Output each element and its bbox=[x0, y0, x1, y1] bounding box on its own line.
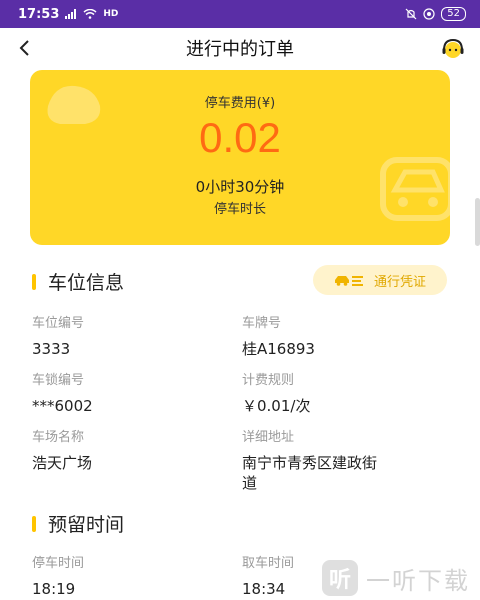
field-value: 南宁市青秀区建政街 bbox=[242, 454, 378, 472]
field-label: 车锁编号 bbox=[32, 373, 85, 388]
field-value: 桂A16893 bbox=[242, 340, 315, 358]
section-accent-bar bbox=[32, 515, 36, 532]
field-lot-name: 车场名称 浩天广场 bbox=[32, 426, 92, 473]
nav-bar: 进行中的订单 bbox=[0, 28, 480, 68]
battery-indicator: 52 bbox=[441, 7, 466, 21]
car-icon bbox=[334, 276, 363, 286]
field-value: ￥0.01/次 bbox=[242, 397, 311, 415]
parking-duration: 0小时30分钟 bbox=[195, 178, 285, 196]
field-plate-number: 车牌号 桂A16893 bbox=[242, 312, 315, 359]
fee-amount: 0.02 bbox=[199, 114, 281, 161]
back-button[interactable] bbox=[10, 34, 38, 62]
field-value: 3333 bbox=[32, 340, 71, 358]
scrollbar[interactable] bbox=[475, 198, 480, 246]
status-right: 52 bbox=[405, 7, 466, 21]
data-saver-icon bbox=[423, 8, 435, 20]
mute-icon bbox=[405, 8, 417, 20]
customer-service-icon[interactable] bbox=[440, 36, 466, 62]
field-label: 详细地址 bbox=[242, 430, 295, 445]
field-label: 车位编号 bbox=[32, 316, 85, 331]
field-value: 18:19 bbox=[32, 580, 76, 598]
field-value: ***6002 bbox=[32, 397, 93, 415]
page-title: 进行中的订单 bbox=[186, 39, 294, 60]
field-label: 计费规则 bbox=[242, 373, 295, 388]
pass-voucher-button[interactable]: 通行凭证 bbox=[313, 265, 447, 295]
section-title: 预留时间 bbox=[48, 514, 125, 536]
network-type: HD bbox=[103, 9, 119, 19]
field-value: 浩天广场 bbox=[32, 454, 93, 472]
field-value: 道 bbox=[242, 474, 258, 492]
field-value: 18:34 bbox=[242, 580, 286, 598]
pass-voucher-label: 通行凭证 bbox=[373, 274, 426, 290]
section-title: 车位信息 bbox=[48, 272, 125, 294]
field-label: 取车时间 bbox=[242, 556, 295, 571]
signal-icon bbox=[65, 9, 77, 19]
field-pickup-time: 取车时间 18:34 bbox=[242, 552, 294, 599]
field-label: 车牌号 bbox=[242, 316, 282, 331]
status-left: 17:53 HD bbox=[18, 7, 118, 22]
watermark: 听 一听下载 bbox=[322, 560, 470, 596]
parking-duration-label: 停车时长 bbox=[213, 202, 266, 217]
field-label: 停车时间 bbox=[32, 556, 85, 571]
section-accent-bar bbox=[32, 273, 36, 290]
fee-label: 停车费用(¥) bbox=[204, 96, 276, 111]
field-park-time: 停车时间 18:19 bbox=[32, 552, 84, 599]
reserve-section-header: 预留时间 bbox=[32, 510, 124, 537]
status-time: 17:53 bbox=[18, 6, 60, 22]
field-billing-rule: 计费规则 ￥0.01/次 bbox=[242, 369, 310, 416]
spot-section-header: 车位信息 bbox=[32, 268, 124, 295]
watermark-text: 一听下载 bbox=[366, 566, 470, 595]
status-bar: 17:53 HD 52 bbox=[0, 0, 480, 28]
field-address: 详细地址 南宁市青秀区建政街 道 bbox=[242, 426, 377, 493]
fee-card: 停车费用(¥) 0.02 0小时30分钟 停车时长 bbox=[30, 70, 450, 245]
back-arrow-icon bbox=[19, 40, 29, 56]
field-spot-number: 车位编号 3333 bbox=[32, 312, 84, 359]
field-label: 车场名称 bbox=[32, 430, 85, 445]
wifi-icon bbox=[83, 9, 97, 19]
watermark-logo: 听 bbox=[322, 560, 358, 596]
field-lock-number: 车锁编号 ***6002 bbox=[32, 369, 93, 416]
